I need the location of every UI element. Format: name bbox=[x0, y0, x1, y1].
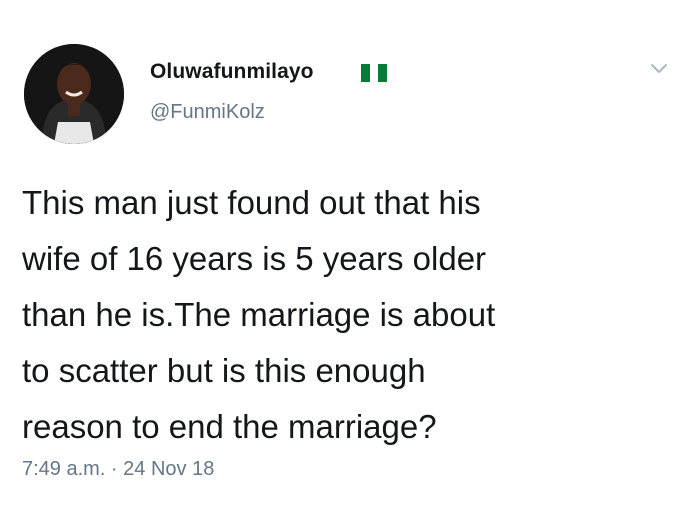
display-name[interactable]: Oluwafunmilayo bbox=[150, 60, 314, 84]
flag-stripe-middle bbox=[369, 64, 379, 82]
avatar[interactable] bbox=[24, 44, 124, 144]
tweet-card: Oluwafunmilayo @FunmiKolz This man just … bbox=[0, 0, 682, 528]
flag-stripe-right bbox=[378, 64, 388, 82]
nigeria-flag-icon bbox=[361, 64, 388, 82]
tweet-text-line: to scatter but is this enough bbox=[22, 352, 426, 389]
tweet-text-line: This man just found out that his bbox=[22, 184, 481, 221]
flag-stripe-left bbox=[361, 64, 370, 82]
tweet-timestamp[interactable]: 7:49 a.m. · 24 Nov 18 bbox=[22, 458, 214, 481]
tweet-text-line: than he is.The marriage is about bbox=[22, 296, 496, 333]
user-handle[interactable]: @FunmiKolz bbox=[150, 101, 265, 124]
tweet-text: This man just found out that his wife of… bbox=[22, 175, 662, 455]
tweet-text-line: wife of 16 years is 5 years older bbox=[22, 240, 487, 277]
tweet-text-line: reason to end the marriage? bbox=[22, 408, 437, 445]
chevron-down-icon[interactable] bbox=[650, 62, 668, 74]
